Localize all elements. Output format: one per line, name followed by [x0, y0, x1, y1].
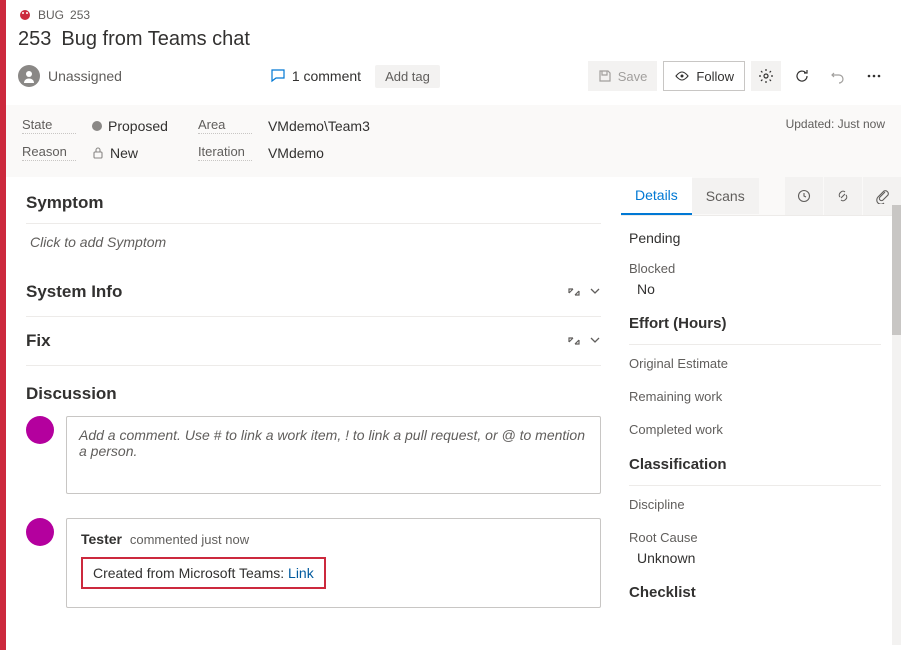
comment-icon [270, 68, 286, 84]
chevron-down-icon[interactable] [589, 334, 601, 348]
effort-heading: Effort (Hours) [629, 315, 881, 332]
history-icon [796, 188, 812, 204]
system-info-section[interactable]: System Info [26, 268, 601, 317]
save-button[interactable]: Save [588, 61, 658, 91]
area-value[interactable]: VMdemo\Team3 [268, 118, 370, 134]
breadcrumb: BUG 253 [18, 8, 889, 22]
fix-section[interactable]: Fix [26, 317, 601, 366]
state-label: State [22, 117, 76, 134]
fix-title: Fix [26, 331, 567, 351]
teams-link[interactable]: Link [288, 565, 314, 581]
work-item-title[interactable]: 253 Bug from Teams chat [18, 28, 889, 51]
breadcrumb-id: 253 [70, 8, 90, 22]
eye-icon [674, 68, 690, 84]
undo-icon [830, 68, 846, 84]
comment-meta: commented just now [130, 532, 249, 547]
assignee-picker[interactable]: Unassigned [18, 65, 122, 87]
root-cause-value[interactable]: Unknown [629, 550, 881, 566]
iteration-label: Iteration [198, 144, 252, 161]
state-dot-icon [92, 121, 102, 131]
follow-button[interactable]: Follow [663, 61, 745, 91]
tab-scans[interactable]: Scans [692, 178, 759, 214]
system-info-title: System Info [26, 282, 567, 302]
breadcrumb-type: BUG [38, 8, 64, 22]
completed-work-label: Completed work [629, 422, 723, 438]
comment-count[interactable]: 1 comment [270, 68, 361, 84]
symptom-input[interactable]: Click to add Symptom [26, 224, 601, 268]
avatar [26, 416, 54, 444]
refresh-button[interactable] [787, 61, 817, 91]
refresh-icon [794, 68, 810, 84]
side-tabs: Details Scans [621, 177, 901, 216]
work-item-id: 253 [18, 28, 51, 50]
comment-input[interactable]: Add a comment. Use # to link a work item… [66, 416, 601, 494]
scrollbar[interactable] [892, 205, 901, 645]
reason-value[interactable]: New [92, 145, 138, 161]
links-tab[interactable] [824, 177, 862, 215]
remaining-work-label: Remaining work [629, 389, 722, 405]
undo-button[interactable] [823, 61, 853, 91]
add-tag-button[interactable]: Add tag [375, 65, 440, 88]
avatar [26, 518, 54, 546]
comment-count-label: 1 comment [292, 68, 361, 84]
settings-button[interactable] [751, 61, 781, 91]
comment-card: Tester commented just now Created from M… [66, 518, 601, 608]
updated-label: Updated: Just now [786, 117, 885, 131]
blocked-value[interactable]: No [629, 281, 881, 297]
reason-label: Reason [22, 144, 76, 161]
assignee-label: Unassigned [48, 68, 122, 84]
history-tab[interactable] [785, 177, 823, 215]
comment-author: Tester [81, 531, 122, 547]
blocked-label: Blocked [629, 261, 675, 277]
save-icon [598, 69, 612, 83]
area-label: Area [198, 117, 252, 134]
bug-icon [18, 8, 32, 22]
person-icon [18, 65, 40, 87]
comment-body: Created from Microsoft Teams: Link [81, 557, 326, 589]
original-estimate-label: Original Estimate [629, 356, 728, 372]
root-cause-label: Root Cause [629, 530, 698, 546]
expand-icon[interactable] [567, 285, 581, 299]
gear-icon [758, 68, 774, 84]
iteration-value[interactable]: VMdemo [268, 145, 324, 161]
checklist-heading: Checklist [629, 584, 881, 601]
chevron-down-icon[interactable] [589, 285, 601, 299]
link-icon [835, 188, 851, 204]
discipline-label: Discipline [629, 497, 685, 513]
lock-icon [92, 147, 104, 159]
ellipsis-icon [866, 68, 882, 84]
symptom-title: Symptom [26, 193, 601, 213]
more-actions-button[interactable] [859, 61, 889, 91]
comment-text: Created from Microsoft Teams: [93, 565, 288, 581]
state-value[interactable]: Proposed [92, 118, 168, 134]
work-item-title-text: Bug from Teams chat [61, 28, 250, 50]
scrollbar-thumb[interactable] [892, 205, 901, 335]
classification-heading: Classification [629, 456, 881, 473]
expand-icon[interactable] [567, 334, 581, 348]
pending-value: Pending [629, 230, 881, 246]
tab-details[interactable]: Details [621, 177, 692, 215]
attachment-icon [874, 188, 890, 204]
discussion-title: Discussion [26, 384, 601, 404]
